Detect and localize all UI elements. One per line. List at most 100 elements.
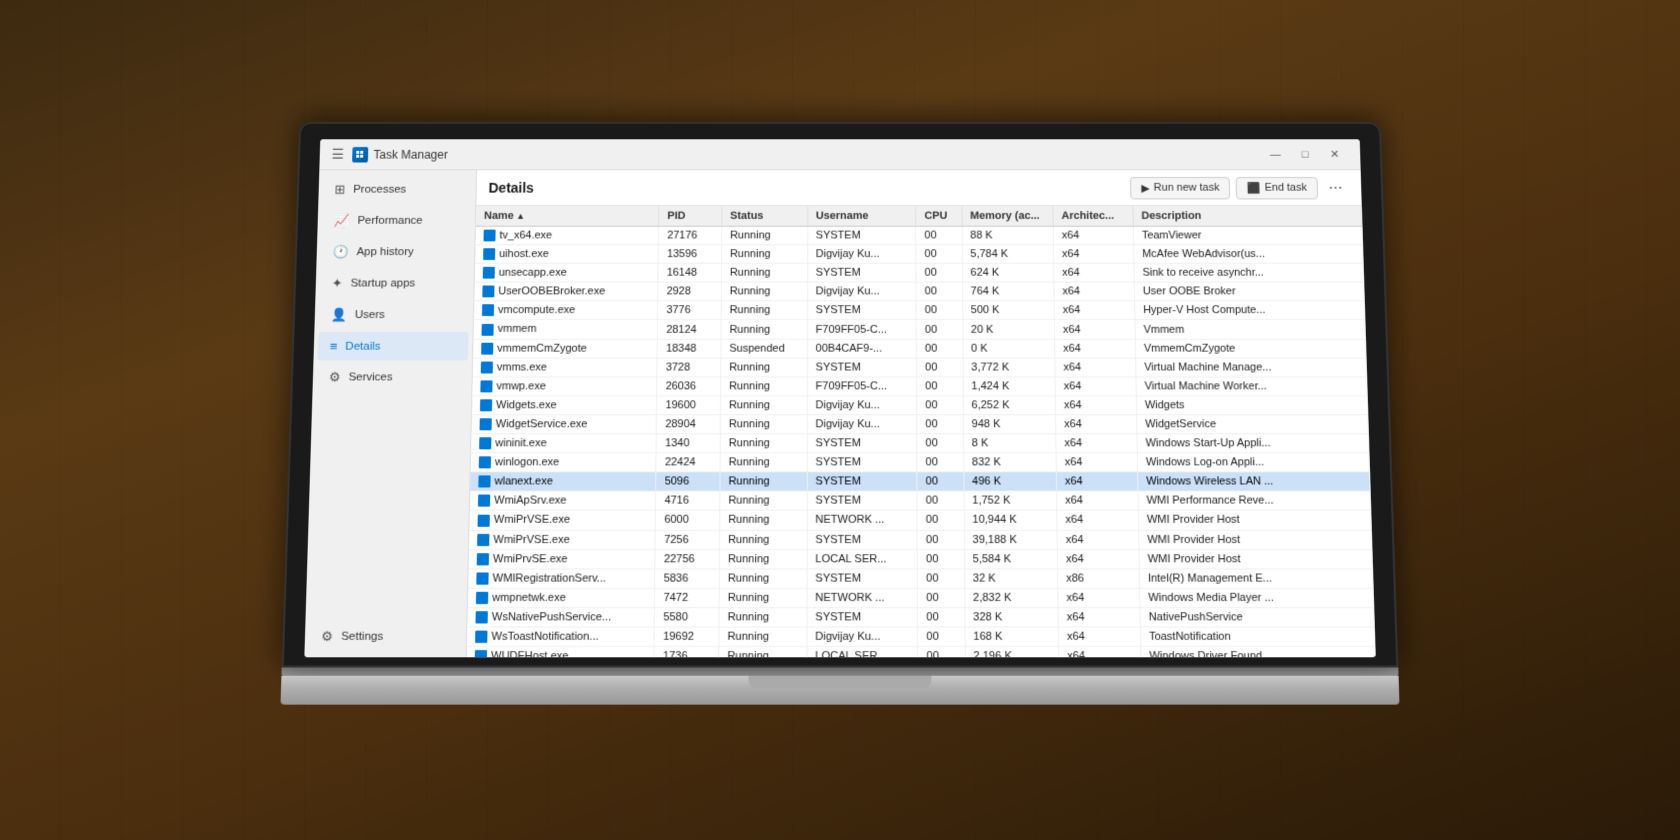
col-header-arch[interactable]: Architec... <box>1053 206 1133 226</box>
col-header-status[interactable]: Status <box>722 206 808 226</box>
table-row[interactable]: vmwp.exe26036RunningF709FF05-C...001,424… <box>472 377 1367 396</box>
sidebar-item-details[interactable]: ≡ Details <box>317 332 468 361</box>
col-header-cpu[interactable]: CPU <box>916 206 962 226</box>
process-icon <box>483 267 495 279</box>
process-icon <box>483 248 495 260</box>
performance-icon: 📈 <box>333 213 349 229</box>
sidebar-item-services[interactable]: ⚙ Services <box>316 363 468 393</box>
close-button[interactable]: ✕ <box>1321 145 1349 164</box>
table-row[interactable]: wininit.exe1340RunningSYSTEM008 Kx64Wind… <box>471 434 1369 453</box>
process-icon <box>477 534 489 546</box>
process-icon <box>480 380 492 392</box>
table-row[interactable]: wmpnetwk.exe7472RunningNETWORK ...002,83… <box>468 588 1374 607</box>
process-icon <box>477 553 489 565</box>
process-icon <box>481 342 493 354</box>
window-title: Task Manager <box>373 147 1261 161</box>
tm-body: ⊞ Processes 📈 Performance 🕐 App history <box>304 170 1375 657</box>
col-header-username[interactable]: Username <box>807 206 916 226</box>
table-row[interactable]: WidgetService.exe28904RunningDigvijay Ku… <box>471 415 1368 434</box>
col-header-memory[interactable]: Memory (ac... <box>962 206 1054 226</box>
process-icon <box>476 572 488 584</box>
laptop-base <box>281 676 1400 705</box>
table-row[interactable]: unsecapp.exe16148RunningSYSTEM00624 Kx64… <box>475 264 1364 283</box>
process-icon <box>478 514 490 526</box>
process-icon <box>475 650 487 657</box>
sidebar-item-app-history[interactable]: 🕐 App history <box>320 237 470 266</box>
details-table-wrap[interactable]: Name PID Status Username CPU Memory (ac.… <box>467 206 1376 657</box>
table-row[interactable]: WmiPrVSE.exe6000RunningNETWORK ...0010,9… <box>469 511 1371 530</box>
process-icon <box>475 631 487 643</box>
run-new-task-button[interactable]: ▶ Run new task <box>1130 177 1230 199</box>
sidebar-item-performance[interactable]: 📈 Performance <box>321 206 471 235</box>
processes-icon: ⊞ <box>334 182 345 198</box>
table-header-row: Name PID Status Username CPU Memory (ac.… <box>476 206 1362 226</box>
table-row[interactable]: WmiPrvSE.exe22756RunningLOCAL SER...005,… <box>469 549 1373 568</box>
table-row[interactable]: vmms.exe3728RunningSYSTEM003,772 Kx64Vir… <box>473 358 1367 377</box>
end-task-icon: ⬛ <box>1247 181 1261 194</box>
table-row[interactable]: WmiApSrv.exe4716RunningSYSTEM001,752 Kx6… <box>470 491 1371 510</box>
table-row[interactable]: WMIRegistrationServ...5836RunningSYSTEM0… <box>468 569 1373 588</box>
process-icon <box>482 286 494 298</box>
table-row[interactable]: vmmemCmZygote18348Suspended00B4CAF9-...0… <box>473 339 1366 358</box>
run-task-icon: ▶ <box>1141 181 1150 194</box>
process-icon <box>478 495 490 507</box>
window-controls: — □ ✕ <box>1261 145 1348 164</box>
laptop-hinge <box>281 668 1398 676</box>
table-row[interactable]: UserOOBEBroker.exe2928RunningDigvijay Ku… <box>474 282 1364 301</box>
title-bar: ☰ Task Manager — □ ✕ <box>319 139 1360 170</box>
details-table: Name PID Status Username CPU Memory (ac.… <box>467 206 1376 657</box>
task-manager-window: ☰ Task Manager — □ ✕ <box>304 139 1375 657</box>
run-task-label: Run new task <box>1154 182 1220 194</box>
app-icon <box>352 147 368 162</box>
process-icon <box>481 361 493 373</box>
process-icon <box>482 324 494 336</box>
hamburger-icon[interactable]: ☰ <box>331 146 344 162</box>
sidebar-item-settings[interactable]: ⚙ Settings <box>309 621 463 652</box>
table-row[interactable]: WsNativePushService...5580RunningSYSTEM0… <box>467 607 1374 627</box>
col-header-pid[interactable]: PID <box>659 206 722 226</box>
end-task-button[interactable]: ⬛ End task <box>1236 177 1318 199</box>
table-row[interactable]: Widgets.exe19600RunningDigvijay Ku...006… <box>472 396 1368 415</box>
table-row[interactable]: winlogon.exe22424RunningSYSTEM00832 Kx64… <box>471 453 1370 472</box>
sidebar-label-performance: Performance <box>357 215 422 227</box>
maximize-button[interactable]: □ <box>1291 145 1319 164</box>
startup-icon: ✦ <box>331 276 342 292</box>
sidebar-item-users[interactable]: 👤 Users <box>318 300 469 330</box>
process-icon <box>480 399 492 411</box>
process-icon <box>478 476 490 488</box>
sidebar-spacer <box>305 393 471 621</box>
end-task-label: End task <box>1265 182 1308 194</box>
screen: ☰ Task Manager — □ ✕ <box>304 139 1375 657</box>
sidebar-label-app-history: App history <box>356 246 413 258</box>
sidebar-label-processes: Processes <box>353 184 406 196</box>
sidebar-label-services: Services <box>348 371 392 383</box>
sidebar-item-processes[interactable]: ⊞ Processes <box>322 175 472 204</box>
table-row[interactable]: WmiPrVSE.exe7256RunningSYSTEM0039,188 Kx… <box>469 530 1372 549</box>
more-options-button[interactable]: ⋯ <box>1321 176 1349 199</box>
process-icon <box>479 437 491 449</box>
col-header-name[interactable]: Name <box>476 206 659 226</box>
content-header: Details ▶ Run new task ⬛ End task ⋯ <box>476 170 1361 206</box>
table-row[interactable]: vmmem28124RunningF709FF05-C...0020 Kx64V… <box>473 320 1365 339</box>
sidebar-label-startup: Startup apps <box>350 278 415 290</box>
content-area: Details ▶ Run new task ⬛ End task ⋯ <box>467 170 1376 657</box>
table-row[interactable]: tv_x64.exe27176RunningSYSTEM0088 Kx64Tea… <box>476 226 1363 245</box>
table-row[interactable]: WUDFHost.exe1736RunningLOCAL SER...002,1… <box>467 647 1376 658</box>
laptop: ☰ Task Manager — □ ✕ <box>281 122 1400 705</box>
process-icon <box>484 230 496 242</box>
table-row[interactable]: wlanext.exe5096RunningSYSTEM00496 Kx64Wi… <box>470 472 1370 491</box>
process-icon <box>479 457 491 469</box>
sidebar-label-details: Details <box>345 340 380 352</box>
users-icon: 👤 <box>331 307 348 323</box>
services-icon: ⚙ <box>329 370 341 386</box>
table-row[interactable]: vmcompute.exe3776RunningSYSTEM00500 Kx64… <box>474 301 1365 320</box>
table-row[interactable]: WsToastNotification...19692RunningDigvij… <box>467 627 1375 647</box>
sidebar-item-startup-apps[interactable]: ✦ Startup apps <box>319 269 470 298</box>
settings-icon: ⚙ <box>321 629 333 645</box>
process-icon <box>480 418 492 430</box>
minimize-button[interactable]: — <box>1261 145 1289 164</box>
table-row[interactable]: uihost.exe13596RunningDigvijay Ku...005,… <box>475 245 1363 264</box>
details-icon: ≡ <box>330 339 338 354</box>
col-header-desc[interactable]: Description <box>1133 206 1362 226</box>
process-icon <box>482 305 494 317</box>
